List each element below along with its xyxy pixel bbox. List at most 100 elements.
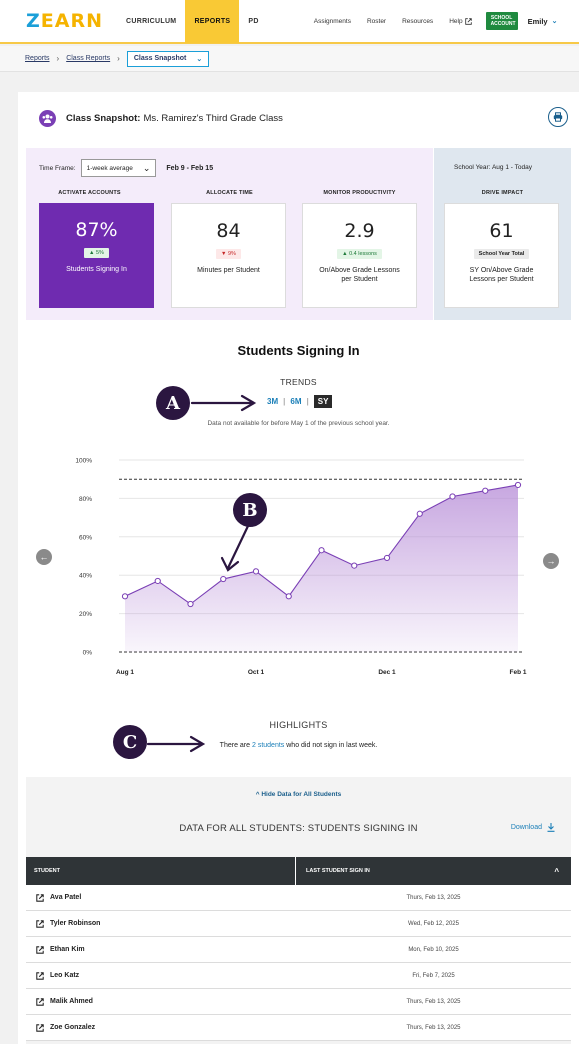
metric-card-sy-lessons[interactable]: 61 School Year Total SY On/Above Grade L… [444, 203, 559, 308]
time-frame-select[interactable]: 1-week average ⌄ [80, 159, 157, 177]
breadcrumb-class-reports[interactable]: Class Reports [66, 55, 110, 62]
table-row: Leo Katz Fri, Feb 7, 2025 [26, 963, 571, 989]
nav-roster[interactable]: Roster [367, 18, 386, 25]
zearn-logo[interactable]: Z EARN [26, 10, 103, 32]
y-tick-label: 20% [79, 611, 92, 618]
column-student[interactable]: STUDENT [26, 857, 296, 885]
table-row: Ava Patel Thurs, Feb 13, 2025 [26, 885, 571, 911]
hide-data-toggle[interactable]: ^ Hide Data for All Students [26, 791, 571, 798]
class-snapshot-card: Class Snapshot: Ms. Ramirez's Third Grad… [18, 92, 579, 1044]
chevron-right-icon: › [117, 54, 120, 63]
callout-c: C [113, 725, 147, 759]
data-point [514, 481, 522, 489]
range-sy[interactable]: SY [313, 395, 333, 408]
chart-section-title: Students Signing In [237, 343, 360, 358]
y-tick-label: 80% [79, 496, 92, 503]
school-account-button[interactable]: SCHOOL ACCOUNT [485, 12, 518, 30]
chevron-down-icon: ⌄ [142, 162, 151, 173]
external-link-icon [36, 945, 44, 954]
table-row: Ethan Kim Mon, Feb 10, 2025 [26, 937, 571, 963]
report-select[interactable]: Class Snapshot ⌄ [126, 50, 210, 67]
callout-a: A [156, 386, 190, 420]
chart-next-button[interactable]: → [543, 553, 559, 569]
trends-label: TRENDS [280, 377, 317, 387]
nav-resources[interactable]: Resources [402, 18, 433, 25]
data-point [121, 593, 129, 600]
x-tick-label: Aug 1 [116, 669, 134, 676]
nav-help[interactable]: Help [449, 17, 472, 25]
student-name-link[interactable]: Ava Patel [26, 893, 296, 902]
y-tick-label: 60% [79, 534, 92, 541]
x-tick-label: Oct 1 [248, 669, 265, 676]
nav-reports[interactable]: REPORTS [185, 0, 240, 43]
data-point [220, 575, 227, 583]
column-last-sign-in[interactable]: LAST STUDENT SIGN IN ^ [296, 867, 571, 876]
weekly-metrics-panel: Time Frame: 1-week average ⌄ Feb 9 - Feb… [26, 148, 433, 320]
time-frame-row: Time Frame: 1-week average ⌄ Feb 9 - Feb… [39, 159, 213, 177]
x-tick-label: Feb 1 [510, 669, 527, 676]
download-button[interactable]: Download [511, 823, 555, 832]
data-point [383, 554, 391, 562]
school-year-label: School Year: Aug 1 - Today [454, 164, 532, 171]
data-point [187, 600, 194, 608]
print-button[interactable] [548, 107, 568, 127]
metric-total-badge: School Year Total [473, 249, 530, 259]
metric-change-badge: ▼ 9% [216, 249, 241, 259]
signin-trend-chart: 100% 80% 60% 40% 20% 0% Aug 1 Oct 1 Dec 1 Feb 1 [75, 458, 527, 677]
student-table-body: Ava Patel Thurs, Feb 13, 2025 Tyler Robins… [26, 885, 571, 1041]
data-point [482, 487, 489, 494]
data-point [449, 493, 456, 500]
data-point [285, 593, 292, 600]
time-frame-dates: Feb 9 - Feb 15 [166, 164, 214, 172]
metric-card-lessons[interactable]: 2.9 ▲ 0.4 lessons On/Above Grade Lessons… [302, 203, 417, 308]
data-point [154, 577, 161, 585]
breadcrumb-reports[interactable]: Reports [25, 55, 50, 62]
callout-arrow [146, 735, 206, 753]
student-name-link[interactable]: Malik Ahmed [26, 997, 296, 1006]
metric-card-students-signing-in[interactable]: 87% ▲ 5% Students Signing In [39, 203, 154, 308]
students-not-signed-in-link[interactable]: 2 students [252, 742, 284, 749]
external-link-icon [36, 997, 44, 1006]
last-sign-in-date: Thurs, Feb 13, 2025 [406, 1024, 461, 1031]
range-6m[interactable]: 6M [285, 397, 306, 406]
chevron-up-icon: ^ [554, 866, 559, 876]
nav-pd[interactable]: PD [239, 0, 267, 43]
y-tick-label: 0% [83, 650, 93, 657]
metric-heading-monitor: MONITOR PRODUCTIVITY [323, 190, 396, 196]
metric-heading-impact: DRIVE IMPACT [481, 190, 524, 196]
external-link-icon [36, 971, 44, 980]
table-row: Zoe Gonzalez Thurs, Feb 13, 2025 [26, 1015, 571, 1041]
student-data-section: ^ Hide Data for All Students DATA FOR AL… [26, 777, 571, 1044]
student-name-link[interactable]: Leo Katz [26, 971, 296, 980]
last-sign-in-date: Wed, Feb 12, 2025 [408, 920, 459, 927]
range-selector: 3M | 6M | SY [262, 395, 333, 408]
callout-b: B [233, 493, 267, 527]
chevron-right-icon: › [56, 54, 60, 63]
external-link-icon [464, 17, 472, 25]
chart-prev-button[interactable]: ← [36, 549, 52, 565]
metric-label: Students Signing In [66, 266, 127, 273]
last-sign-in-date: Thurs, Feb 13, 2025 [406, 998, 461, 1005]
table-row: Tyler Robinson Wed, Feb 12, 2025 [26, 911, 571, 937]
chevron-down-icon: ⌄ [196, 55, 203, 63]
metric-label: On/Above Grade Lessons per Student [319, 267, 400, 283]
metric-card-minutes[interactable]: 84 ▼ 9% Minutes per Student [171, 203, 286, 308]
nav-curriculum[interactable]: CURRICULUM [117, 0, 185, 43]
metric-value: 2.9 [344, 220, 375, 242]
student-name-link[interactable]: Zoe Gonzalez [26, 1023, 296, 1032]
metric-label: Minutes per Student [197, 267, 260, 274]
metric-change-badge: ▲ 5% [84, 248, 109, 258]
range-3m[interactable]: 3M [262, 397, 283, 406]
arrow-left-icon: ← [39, 552, 49, 562]
metric-value: 87% [75, 219, 118, 241]
chevron-up-icon: ^ [255, 791, 260, 798]
y-tick-label: 40% [79, 573, 92, 580]
last-sign-in-date: Fri, Feb 7, 2025 [412, 972, 455, 979]
student-name-link[interactable]: Tyler Robinson [26, 919, 296, 928]
data-point [318, 547, 325, 554]
user-menu[interactable]: Emily ⌄ [528, 17, 558, 26]
nav-assignments[interactable]: Assignments [314, 18, 351, 25]
student-name-link[interactable]: Ethan Kim [26, 945, 296, 954]
x-tick-label: Dec 1 [378, 669, 396, 676]
data-availability-note: Data not available for before May 1 of t… [207, 420, 390, 427]
